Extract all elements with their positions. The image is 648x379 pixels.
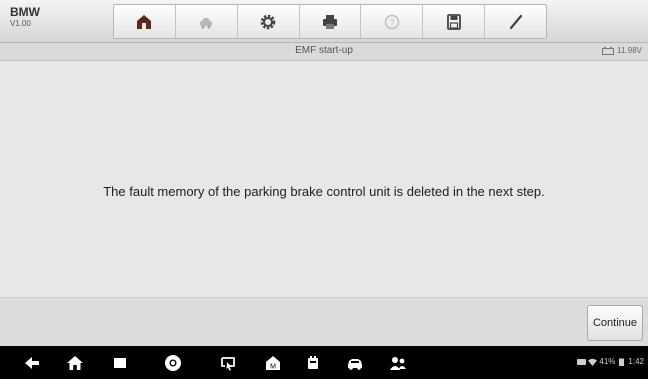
vehicle-button[interactable] [345, 353, 365, 373]
vci-button[interactable] [303, 353, 323, 373]
car-battery-icon [602, 46, 615, 55]
chrome-button[interactable] [163, 353, 183, 373]
settings-icon [260, 14, 276, 29]
edit-button[interactable] [485, 5, 546, 38]
system-status: 41% 1:42 [577, 357, 644, 366]
remote-support-icon [221, 357, 235, 371]
user-info-button[interactable] [388, 353, 408, 373]
settings-button[interactable] [238, 5, 300, 38]
recent-apps-button[interactable] [110, 353, 130, 373]
vehicle-battery-indicator: 11.98V [602, 46, 642, 55]
print-button[interactable] [300, 5, 362, 38]
users-icon [390, 357, 406, 370]
top-bar: BMW V1.00 ? [0, 0, 648, 43]
android-nav-bar: M 41% 1:42 [0, 346, 648, 379]
recent-apps-icon [114, 358, 126, 368]
maxisys-home-button[interactable]: M [263, 353, 283, 373]
info-message: The fault memory of the parking brake co… [103, 184, 545, 199]
toolbar: ? [113, 4, 547, 39]
car-icon [348, 359, 362, 370]
help-button[interactable]: ? [361, 5, 424, 38]
svg-text:M: M [270, 364, 276, 371]
browser-icon [165, 355, 181, 371]
continue-button[interactable]: Continue [587, 305, 643, 341]
nav-home-button[interactable] [65, 353, 85, 373]
battery-percent: 41% [599, 357, 616, 366]
clock: 1:42 [628, 357, 644, 366]
print-icon [323, 14, 337, 29]
wifi-icon [588, 358, 598, 366]
house-icon [67, 356, 83, 370]
back-button[interactable] [22, 353, 42, 373]
brand-version: V1.00 [10, 19, 31, 28]
main-content: The fault memory of the parking brake co… [0, 61, 648, 298]
brand-name: BMW [10, 5, 40, 19]
vehicle-battery-voltage: 11.98V [617, 46, 642, 55]
action-bar: Continue [0, 298, 648, 346]
screen-title: EMF start-up [295, 45, 353, 56]
home-icon [137, 14, 152, 29]
save-button[interactable] [423, 5, 486, 38]
svg-text:?: ? [389, 17, 394, 27]
remote-support-button[interactable] [218, 353, 238, 373]
battery-icon [619, 358, 625, 366]
vehicle-swap-icon [200, 17, 213, 29]
back-arrow-icon [25, 357, 39, 369]
vehicle-swap-button[interactable] [176, 5, 238, 38]
home-button[interactable] [114, 5, 176, 38]
vci-device-icon [308, 356, 318, 369]
screen-title-bar: EMF start-up 11.98V [0, 43, 648, 61]
help-icon: ? [384, 14, 400, 29]
save-icon [446, 13, 461, 30]
notification-icon [577, 358, 587, 365]
brand: BMW V1.00 [10, 6, 40, 29]
maxisys-home-icon: M [266, 356, 280, 371]
edit-icon [509, 14, 522, 29]
